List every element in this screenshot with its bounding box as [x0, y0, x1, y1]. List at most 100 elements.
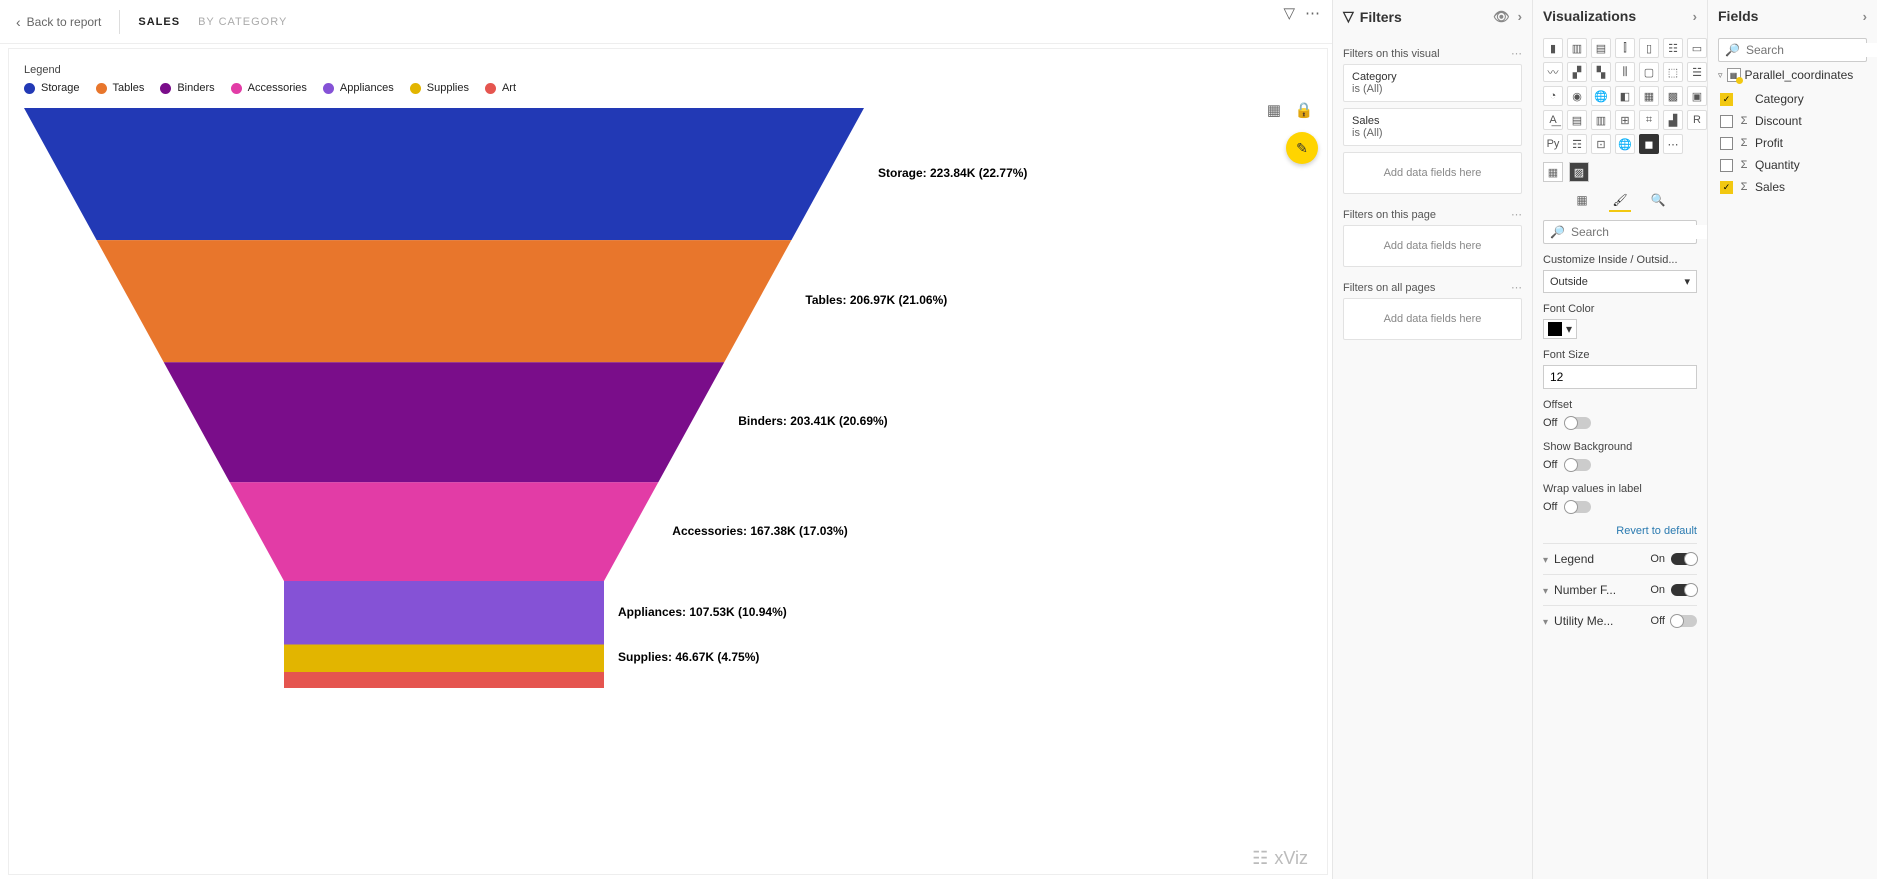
- field-checkbox[interactable]: [1720, 115, 1733, 128]
- tab-analytics-icon[interactable]: 🔍: [1647, 190, 1669, 212]
- viz-type[interactable]: ☷: [1663, 38, 1683, 58]
- well-format[interactable]: ▨: [1569, 162, 1589, 182]
- tab-fields-icon[interactable]: ▦: [1571, 190, 1593, 212]
- viz-type[interactable]: ▞: [1567, 62, 1587, 82]
- tab-format-icon[interactable]: 🖌: [1609, 190, 1631, 212]
- customize-select[interactable]: Outside ▾: [1543, 270, 1697, 293]
- legend-item[interactable]: Tables: [96, 82, 145, 94]
- font-size-input[interactable]: [1543, 365, 1697, 389]
- viz-type[interactable]: ▥: [1567, 38, 1587, 58]
- viz-type[interactable]: ▚: [1591, 62, 1611, 82]
- viz-search-input[interactable]: [1571, 225, 1707, 239]
- viz-type[interactable]: ◉: [1567, 86, 1587, 106]
- funnel-segment[interactable]: [24, 108, 864, 240]
- legend-item[interactable]: Art: [485, 82, 516, 94]
- offset-toggle[interactable]: [1565, 417, 1591, 429]
- drop-visual[interactable]: Add data fields here: [1343, 152, 1522, 194]
- viz-type[interactable]: ⊞: [1615, 110, 1635, 130]
- funnel-segment[interactable]: [97, 240, 792, 362]
- field-row[interactable]: ΣDiscount: [1718, 110, 1867, 132]
- fields-search[interactable]: 🔎: [1718, 38, 1867, 62]
- viz-type[interactable]: 🌐: [1615, 134, 1635, 154]
- field-checkbox[interactable]: [1720, 159, 1733, 172]
- field-checkbox[interactable]: [1720, 137, 1733, 150]
- funnel-segment[interactable]: [164, 362, 725, 482]
- funnel-segment[interactable]: [284, 581, 604, 644]
- field-row[interactable]: ✓ΣSales: [1718, 176, 1867, 198]
- viz-type[interactable]: ▤: [1567, 110, 1587, 130]
- viz-type[interactable]: ☱: [1687, 62, 1707, 82]
- funnel-segment[interactable]: [284, 672, 604, 688]
- breadcrumb-sales[interactable]: SALES: [138, 16, 180, 28]
- viz-type[interactable]: ⫿: [1615, 38, 1635, 58]
- collapse-fields-icon[interactable]: ›: [1863, 9, 1867, 24]
- legend-item[interactable]: Storage: [24, 82, 80, 94]
- viz-type[interactable]: ▥: [1591, 110, 1611, 130]
- fields-search-input[interactable]: [1746, 43, 1877, 57]
- filter-card[interactable]: Categoryis (All): [1343, 64, 1522, 102]
- section-more-icon[interactable]: ⋯: [1511, 281, 1522, 294]
- viz-type[interactable]: ▟: [1663, 110, 1683, 130]
- viz-type[interactable]: ⋯: [1663, 134, 1683, 154]
- well-fields[interactable]: ▦: [1543, 162, 1563, 182]
- section-more-icon[interactable]: ⋯: [1511, 208, 1522, 221]
- back-to-report-button[interactable]: ‹ Back to report: [16, 14, 101, 30]
- legend-item[interactable]: Appliances: [323, 82, 394, 94]
- filter-card[interactable]: Salesis (All): [1343, 108, 1522, 146]
- funnel-chart[interactable]: Storage: 223.84K (22.77%)Tables: 206.97K…: [24, 108, 1308, 708]
- accordion-toggle[interactable]: [1671, 553, 1697, 565]
- eye-icon[interactable]: 👁: [1493, 9, 1510, 25]
- viz-search[interactable]: 🔎: [1543, 220, 1697, 244]
- viz-type[interactable]: ▦: [1639, 86, 1659, 106]
- table-header[interactable]: ▿ ▦ Parallel_coordinates: [1718, 68, 1867, 82]
- funnel-segment[interactable]: [284, 644, 604, 672]
- viz-type[interactable]: ⬚: [1663, 62, 1683, 82]
- revert-default[interactable]: Revert to default: [1543, 525, 1697, 537]
- viz-type[interactable]: 〰: [1543, 62, 1563, 82]
- viz-type[interactable]: ▢: [1639, 62, 1659, 82]
- viz-type[interactable]: ▤: [1591, 38, 1611, 58]
- drop-all[interactable]: Add data fields here: [1343, 298, 1522, 340]
- collapse-filters-icon[interactable]: ›: [1518, 9, 1522, 25]
- viz-type[interactable]: ◼: [1639, 134, 1659, 154]
- funnel-segment[interactable]: [230, 482, 659, 581]
- viz-type[interactable]: Py: [1543, 134, 1563, 154]
- field-row[interactable]: ΣProfit: [1718, 132, 1867, 154]
- viz-type[interactable]: ▮: [1543, 38, 1563, 58]
- show-bg-toggle[interactable]: [1565, 459, 1591, 471]
- section-more-icon[interactable]: ⋯: [1511, 47, 1522, 60]
- more-icon[interactable]: ⋯: [1305, 4, 1320, 22]
- breadcrumb-by-category[interactable]: BY CATEGORY: [198, 16, 287, 28]
- format-accordion[interactable]: ▾Number F...On: [1543, 574, 1697, 605]
- accordion-toggle[interactable]: [1671, 615, 1697, 627]
- drop-page[interactable]: Add data fields here: [1343, 225, 1522, 267]
- field-row[interactable]: ✓Category: [1718, 88, 1867, 110]
- viz-type[interactable]: 🌐: [1591, 86, 1611, 106]
- font-color-picker[interactable]: ▾: [1543, 319, 1577, 339]
- format-accordion[interactable]: ▾LegendOn: [1543, 543, 1697, 574]
- viz-type[interactable]: ◧: [1615, 86, 1635, 106]
- legend-item[interactable]: Accessories: [231, 82, 307, 94]
- visualizations-panel: Visualizations › ▮▥▤⫿▯☷▭〰▞▚⫼▢⬚☱◔◉🌐◧▦▩▣A͟…: [1532, 0, 1707, 879]
- wrap-toggle[interactable]: [1565, 501, 1591, 513]
- viz-type[interactable]: ▣: [1687, 86, 1707, 106]
- collapse-viz-icon[interactable]: ›: [1693, 9, 1697, 24]
- viz-type[interactable]: ◔: [1543, 86, 1563, 106]
- format-accordion[interactable]: ▾Utility Me...Off: [1543, 605, 1697, 636]
- viz-type[interactable]: ☶: [1567, 134, 1587, 154]
- field-row[interactable]: ΣQuantity: [1718, 154, 1867, 176]
- viz-type[interactable]: ▩: [1663, 86, 1683, 106]
- viz-type[interactable]: ⫼: [1615, 62, 1635, 82]
- viz-type[interactable]: ▭: [1687, 38, 1707, 58]
- legend-item[interactable]: Binders: [160, 82, 214, 94]
- legend-item[interactable]: Supplies: [410, 82, 469, 94]
- viz-type[interactable]: R: [1687, 110, 1707, 130]
- viz-type[interactable]: A͟: [1543, 110, 1563, 130]
- accordion-toggle[interactable]: [1671, 584, 1697, 596]
- field-checkbox[interactable]: ✓: [1720, 181, 1733, 194]
- viz-type[interactable]: ▯: [1639, 38, 1659, 58]
- viz-type[interactable]: ⌗: [1639, 110, 1659, 130]
- field-checkbox[interactable]: ✓: [1720, 93, 1733, 106]
- viz-type[interactable]: ⊡: [1591, 134, 1611, 154]
- filter-icon[interactable]: ▽: [1283, 4, 1295, 22]
